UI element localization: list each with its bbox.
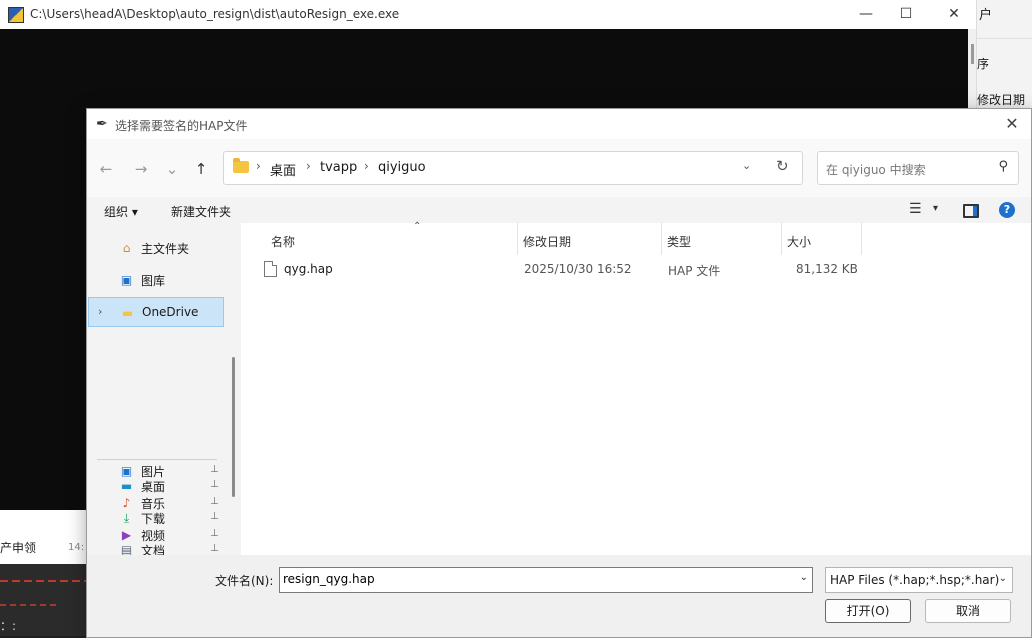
column-header-label: 名称 (271, 235, 296, 249)
sidebar-scrollbar[interactable] (232, 357, 235, 497)
background-divider (977, 38, 1032, 39)
sidebar-divider (97, 459, 217, 460)
download-icon: ⤓ (123, 511, 130, 525)
breadcrumb-separator[interactable]: › (306, 159, 311, 173)
chevron-down-icon[interactable]: ⌄ (800, 572, 808, 583)
file-date: 2025/10/30 16:52 (524, 262, 632, 276)
filename-input[interactable] (283, 571, 783, 587)
minimize-button[interactable]: — (846, 3, 886, 25)
sidebar-item-label: 下载 (141, 512, 166, 526)
chevron-down-icon[interactable]: ⌄ (999, 573, 1007, 584)
column-header-label: 修改日期 (523, 235, 572, 249)
help-icon[interactable]: ? (999, 202, 1015, 218)
column-header-type[interactable]: 类型 (661, 223, 781, 255)
file-size: 81,132 KB (796, 262, 858, 276)
file-type: HAP 文件 (668, 264, 721, 278)
gallery-icon: ▣ (120, 273, 133, 287)
breadcrumb-qiyiguo[interactable]: qiyiguo (378, 160, 426, 175)
python-app-icon (8, 7, 24, 23)
breadcrumb-separator[interactable]: › (364, 159, 369, 173)
dialog-close-button[interactable]: ✕ (1001, 113, 1023, 135)
sidebar-item-label: OneDrive (142, 305, 199, 319)
refresh-icon[interactable]: ↻ (776, 157, 789, 175)
navigation-bar: ← → ⌄ ↑ › 桌面 › tvapp › qiyiguo ⌄ ↻ 在 qiy… (87, 139, 1031, 197)
file-name: qyg.hap (284, 262, 333, 276)
column-header-label: 类型 (667, 235, 692, 249)
cancel-button[interactable]: 取消 (925, 599, 1011, 623)
dialog-title: 选择需要签名的HAP文件 (115, 119, 248, 133)
console-titlebar[interactable]: C:\Users\headA\Desktop\auto_resign\dist\… (0, 0, 976, 29)
preview-pane-icon[interactable] (963, 204, 979, 218)
breadcrumb-tvapp[interactable]: tvapp (320, 160, 357, 175)
file-icon (264, 261, 277, 277)
navigation-pane: ⌂ 主文件夹 ▣ 图库 › ▬ OneDrive ▬ 桌面 ⊥ ⤓ 下载 ⊥ ▤… (87, 223, 241, 558)
search-box[interactable]: 在 qiyiguo 中搜索 ⚲ (817, 151, 1019, 185)
expand-chevron-icon[interactable]: › (98, 305, 102, 318)
view-dropdown-icon[interactable]: ▾ (933, 203, 938, 214)
sidebar-item-onedrive[interactable]: › ▬ OneDrive (88, 297, 224, 327)
search-input[interactable]: 在 qiyiguo 中搜索 (826, 161, 926, 178)
sidebar-item-gallery[interactable]: ▣ 图库 (88, 265, 224, 295)
maximize-button[interactable]: ☐ (886, 3, 926, 25)
file-type-filter[interactable]: HAP Files (*.hap;*.hsp;*.har) ⌄ (825, 567, 1013, 593)
address-bar[interactable]: › 桌面 › tvapp › qiyiguo ⌄ ↻ (223, 151, 803, 185)
sidebar-item-label: 桌面 (141, 480, 166, 494)
home-icon: ⌂ (122, 241, 131, 255)
pin-icon[interactable]: ⊥ (210, 479, 219, 490)
sidebar-item-label: 主文件夹 (141, 242, 190, 256)
background-item-label: 产申领 (0, 541, 37, 555)
background-text: 户 (979, 8, 993, 23)
background-terminal: ：: (0, 564, 90, 636)
column-header-name[interactable]: 名称 ⌃ (265, 221, 513, 255)
back-button[interactable]: ← (95, 158, 117, 180)
organize-button[interactable]: 组织 ▾ (104, 203, 138, 220)
sidebar-item-home[interactable]: ⌂ 主文件夹 (88, 233, 224, 263)
sort-ascending-icon: ⌃ (413, 221, 422, 232)
column-header-size[interactable]: 大小 (781, 223, 861, 255)
search-icon[interactable]: ⚲ (998, 159, 1008, 174)
feather-icon: ✒ (96, 116, 108, 132)
sidebar-item-label: 图库 (141, 274, 166, 288)
folder-icon (233, 158, 249, 173)
background-sort-text: 序 (977, 57, 990, 71)
breadcrumb-separator[interactable]: › (256, 159, 261, 173)
background-item-time: 14: (68, 542, 85, 553)
background-window-bottom: 产申领 14: ：: (0, 508, 90, 636)
column-header-date[interactable]: 修改日期 (517, 223, 661, 255)
file-list: 名称 ⌃ 修改日期 类型 大小 qyg.hap 2025/10/30 16:52… (241, 221, 1031, 555)
file-type-filter-value: HAP Files (*.hap;*.hsp;*.har) (830, 573, 1000, 587)
filename-combobox[interactable]: ⌄ (279, 567, 813, 593)
background-terminal-text: ：: (0, 619, 17, 633)
filename-label: 文件名(N): (215, 574, 274, 588)
column-header-label: 大小 (787, 235, 812, 249)
recent-locations-button[interactable]: ⌄ (161, 158, 183, 180)
dialog-titlebar[interactable]: ✒ 选择需要签名的HAP文件 ✕ (87, 109, 1031, 139)
close-button[interactable]: ✕ (934, 3, 974, 25)
new-folder-button[interactable]: 新建文件夹 (171, 203, 231, 220)
forward-button[interactable]: → (130, 158, 152, 180)
open-button[interactable]: 打开(O) (825, 599, 911, 623)
background-red-line (0, 604, 60, 606)
background-date-column: 修改日期 (977, 93, 1026, 107)
column-divider[interactable] (861, 223, 862, 255)
pin-icon[interactable]: ⊥ (210, 543, 219, 554)
chevron-down-icon[interactable]: ⌄ (742, 159, 751, 172)
folder-icon: ▬ (121, 306, 134, 320)
pin-icon[interactable]: ⊥ (210, 511, 219, 522)
command-toolbar: 组织 ▾ 新建文件夹 ☰ ▾ ? (87, 197, 1031, 223)
file-row[interactable]: qyg.hap 2025/10/30 16:52 HAP 文件 81,132 K… (241, 257, 861, 281)
console-scrollbar-thumb[interactable] (971, 44, 974, 64)
console-title: C:\Users\headA\Desktop\auto_resign\dist\… (30, 7, 400, 21)
view-list-icon[interactable]: ☰ (909, 201, 922, 217)
breadcrumb-desktop[interactable]: 桌面 (270, 160, 296, 179)
dialog-footer: 文件名(N): ⌄ HAP Files (*.hap;*.hsp;*.har) … (87, 555, 1031, 637)
desktop-icon: ▬ (120, 479, 133, 493)
background-red-line (0, 580, 86, 582)
sidebar-item-desktop[interactable]: ▬ 桌面 ⊥ (88, 471, 224, 501)
open-file-dialog: ✒ 选择需要签名的HAP文件 ✕ ← → ⌄ ↑ › 桌面 › tvapp › … (86, 108, 1032, 638)
sidebar-item-downloads[interactable]: ⤓ 下载 ⊥ (88, 503, 224, 533)
up-button[interactable]: ↑ (190, 158, 212, 180)
